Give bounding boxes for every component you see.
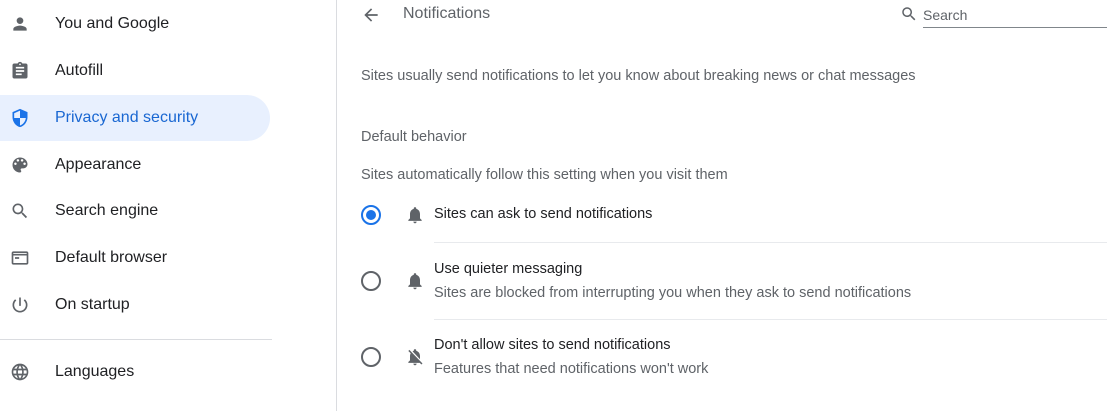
- option-divider: [434, 242, 1107, 243]
- sidebar: You and Google Autofill Privacy and secu…: [0, 0, 337, 411]
- section-subtitle: Sites automatically follow this setting …: [361, 167, 728, 183]
- back-button[interactable]: [358, 2, 384, 28]
- browser-window-icon: [8, 246, 32, 270]
- sidebar-item-label: Search engine: [55, 202, 159, 219]
- option-dont-allow[interactable]: Don't allow sites to send notifications …: [338, 326, 1107, 394]
- sidebar-item-languages[interactable]: Languages: [0, 349, 270, 395]
- sidebar-item-you-and-google[interactable]: You and Google: [0, 1, 270, 47]
- palette-icon: [8, 153, 32, 177]
- shield-icon: [8, 106, 32, 130]
- sidebar-item-label: Privacy and security: [55, 109, 199, 126]
- globe-icon: [8, 360, 32, 384]
- sidebar-item-label: On startup: [55, 296, 130, 313]
- sidebar-item-on-startup[interactable]: On startup: [0, 282, 270, 328]
- section-heading: Default behavior: [361, 129, 467, 145]
- option-sublabel: Sites are blocked from interrupting you …: [434, 285, 912, 301]
- sidebar-item-appearance[interactable]: Appearance: [0, 142, 270, 188]
- sidebar-item-label: Autofill: [55, 62, 104, 79]
- clipboard-icon: [8, 59, 32, 83]
- option-label: Use quieter messaging: [434, 261, 583, 277]
- sidebar-item-default-browser[interactable]: Default browser: [0, 235, 270, 281]
- radio-button[interactable]: [361, 271, 381, 291]
- page-title: Notifications: [403, 5, 491, 22]
- person-icon: [8, 12, 32, 36]
- search-input[interactable]: [923, 2, 1107, 28]
- option-divider: [434, 319, 1107, 320]
- settings-window: You and Google Autofill Privacy and secu…: [0, 0, 1107, 411]
- sidebar-item-search-engine[interactable]: Search engine: [0, 188, 270, 234]
- bell-off-icon: [405, 347, 425, 367]
- main-content: Notifications Sites usually send notific…: [338, 0, 1107, 411]
- option-label: Don't allow sites to send notifications: [434, 337, 671, 353]
- search-box[interactable]: [898, 2, 1107, 28]
- radio-button-selected[interactable]: [361, 205, 381, 225]
- sidebar-item-autofill[interactable]: Autofill: [0, 48, 270, 94]
- sidebar-item-label: You and Google: [55, 15, 170, 32]
- bell-icon: [405, 271, 425, 291]
- sidebar-divider: [0, 339, 272, 340]
- radio-button[interactable]: [361, 347, 381, 367]
- bell-icon: [405, 205, 425, 225]
- search-icon: [8, 199, 32, 223]
- sidebar-item-label: Appearance: [55, 156, 142, 173]
- option-quieter-messaging[interactable]: Use quieter messaging Sites are blocked …: [338, 250, 1107, 318]
- option-label: Sites can ask to send notifications: [434, 206, 653, 222]
- sidebar-item-label: Languages: [55, 363, 135, 380]
- option-sites-can-ask[interactable]: Sites can ask to send notifications: [338, 196, 1107, 242]
- power-icon: [8, 293, 32, 317]
- sidebar-item-label: Default browser: [55, 249, 168, 266]
- page-description: Sites usually send notifications to let …: [361, 68, 916, 84]
- search-icon: [900, 5, 918, 23]
- sidebar-item-privacy-and-security[interactable]: Privacy and security: [0, 95, 270, 141]
- option-sublabel: Features that need notifications won't w…: [434, 361, 709, 377]
- arrow-back-icon: [364, 8, 378, 22]
